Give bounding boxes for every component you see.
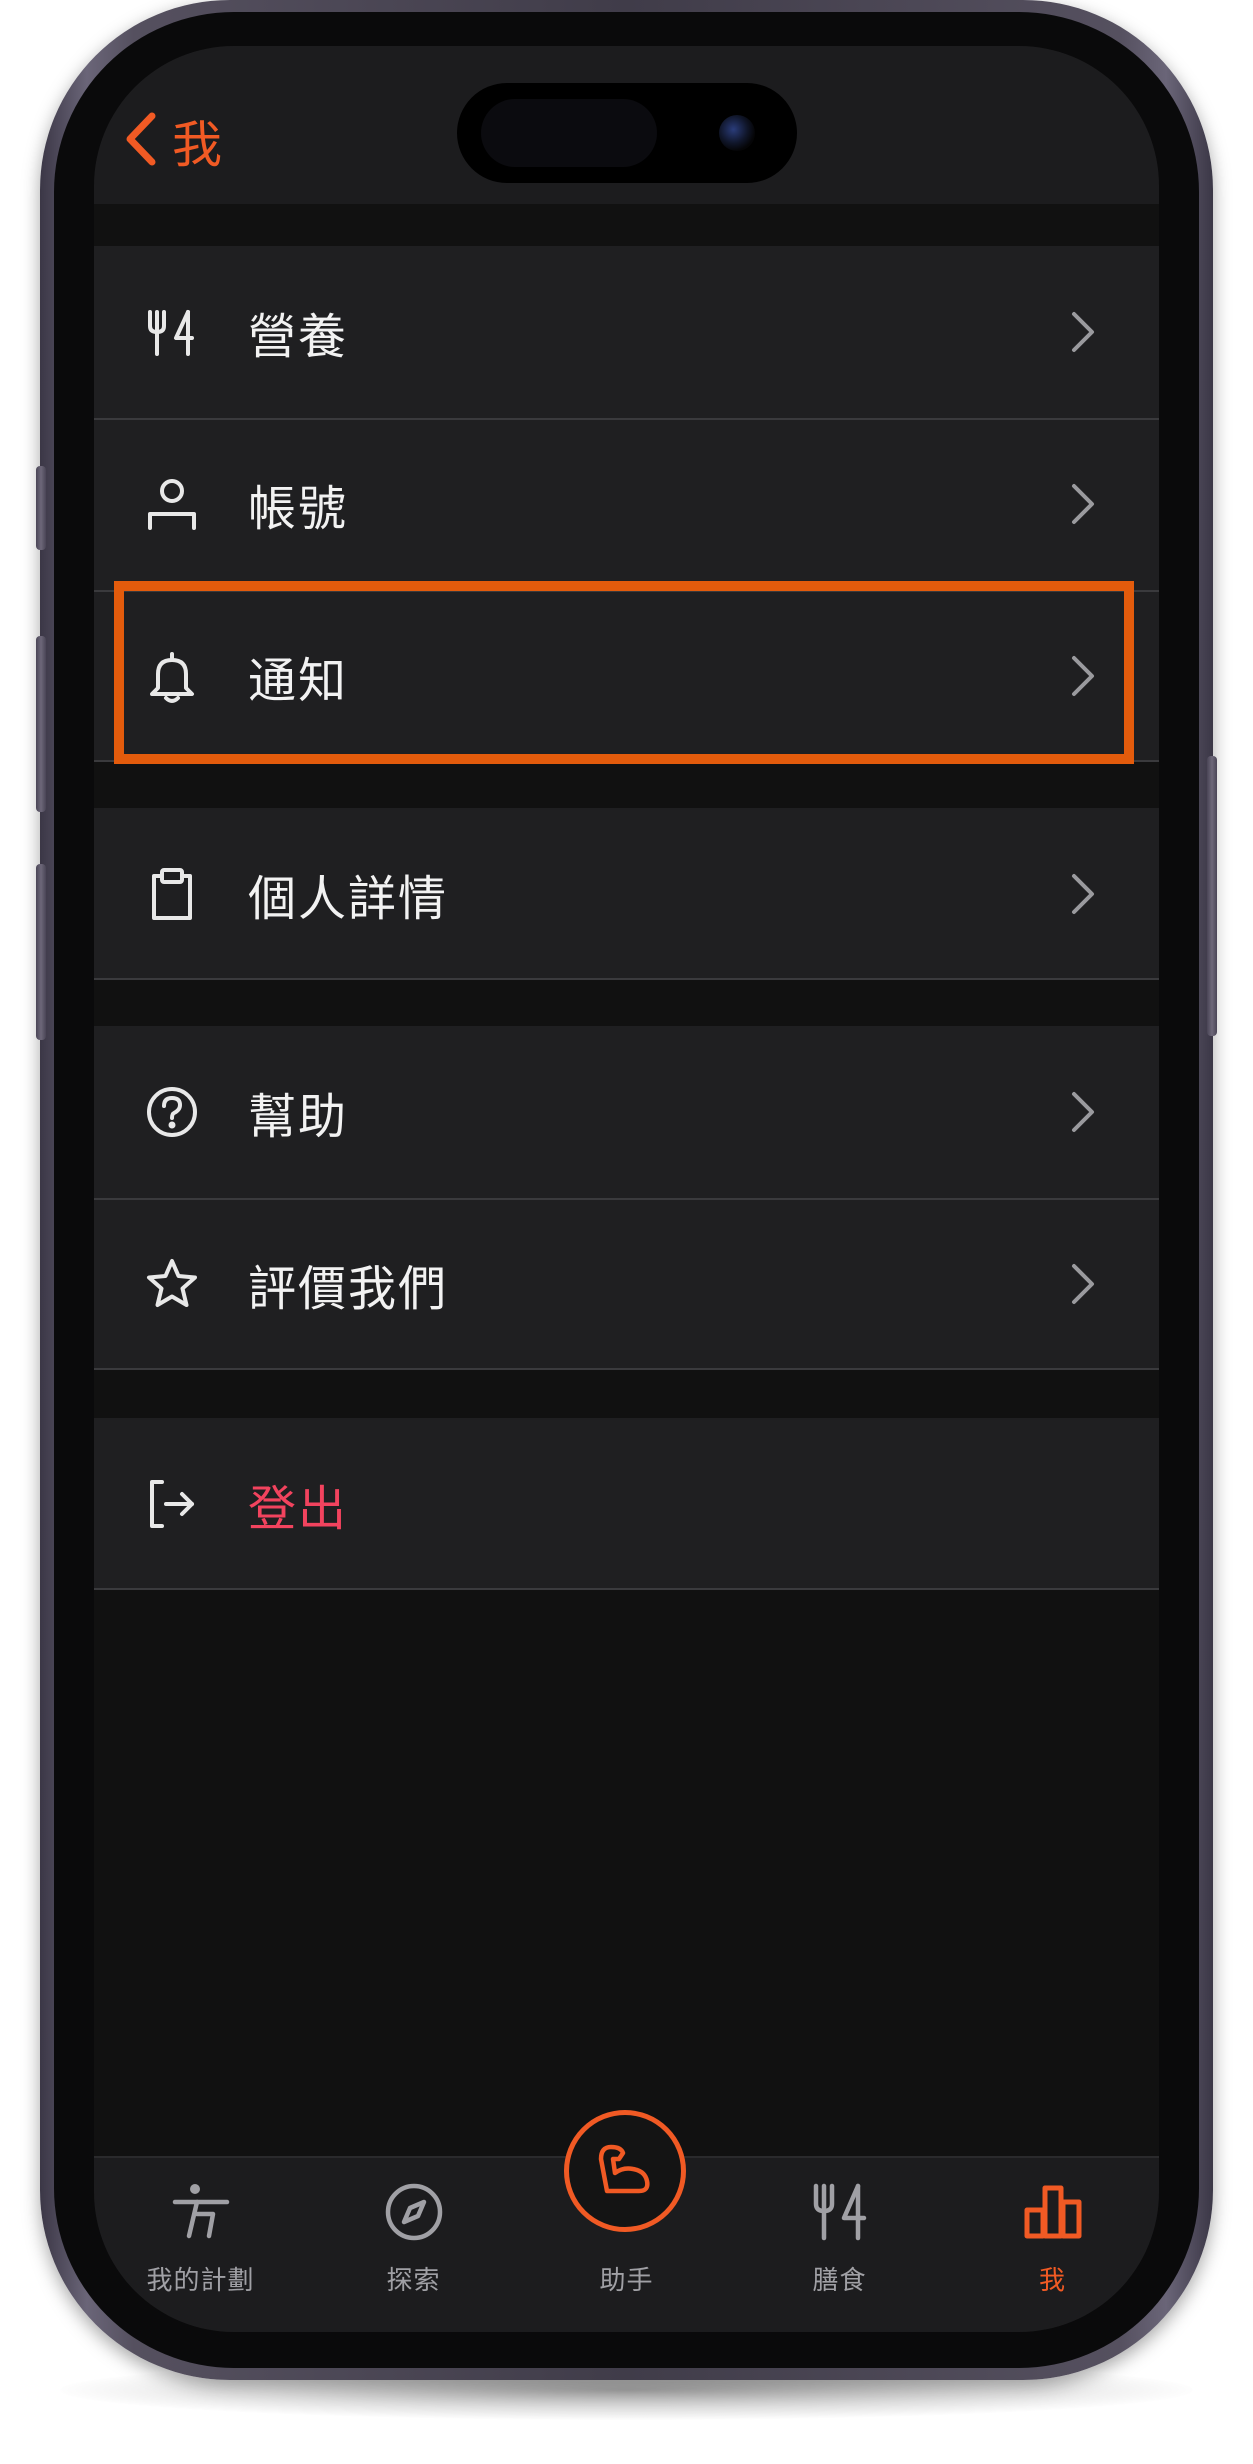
- volume-down-button: [36, 864, 46, 1040]
- back-button[interactable]: 我: [124, 106, 223, 176]
- clipboard-icon: [144, 866, 200, 922]
- chevron-left-icon: [124, 112, 158, 170]
- compass-icon: [382, 2180, 446, 2244]
- menu-item-label: 營養: [248, 309, 349, 365]
- front-camera: [719, 115, 755, 151]
- power-button: [1207, 756, 1217, 1036]
- menu-item-label: 帳號: [248, 481, 349, 537]
- divider: [94, 978, 1159, 980]
- bell-icon: [144, 648, 200, 704]
- tab-me[interactable]: 我: [946, 2158, 1159, 2332]
- tab-meals[interactable]: 膳食: [733, 2158, 946, 2332]
- question-circle-icon: [144, 1084, 200, 1140]
- chevron-right-icon: [1068, 480, 1098, 528]
- chevron-right-icon: [1068, 1260, 1098, 1308]
- divider: [94, 1368, 1159, 1370]
- volume-up-button: [36, 636, 46, 812]
- menu-item-rate-us[interactable]: 評價我們: [94, 1198, 1159, 1370]
- menu-item-notifications[interactable]: 通知: [94, 590, 1159, 762]
- menu-item-personal-details[interactable]: 個人詳情: [94, 808, 1159, 980]
- navigation-bar: 我: [94, 46, 1159, 204]
- tab-explore[interactable]: 探索: [307, 2158, 520, 2332]
- menu-item-help[interactable]: 幫助: [94, 1026, 1159, 1198]
- menu-group-profile: 個人詳情: [94, 808, 1159, 980]
- muscle-arm-icon: [593, 2137, 657, 2205]
- menu-item-label: 評價我們: [248, 1261, 449, 1317]
- island-sensor: [481, 99, 657, 167]
- plan-figure-icon: [169, 2180, 233, 2244]
- menu-item-logout[interactable]: 登出: [94, 1418, 1159, 1590]
- tab-label: 膳食: [812, 2266, 867, 2296]
- action-button: [36, 466, 46, 550]
- chevron-right-icon: [1068, 1088, 1098, 1136]
- menu-item-label: 通知: [248, 653, 349, 709]
- menu-group-support: 幫助 評價我們: [94, 1026, 1159, 1370]
- assistant-fab[interactable]: [564, 2110, 686, 2232]
- menu-item-label: 登出: [248, 1481, 349, 1537]
- person-icon: [144, 476, 200, 532]
- tab-label: 我的計劃: [146, 2266, 255, 2296]
- chevron-right-icon: [1068, 870, 1098, 918]
- menu-item-account[interactable]: 帳號: [94, 418, 1159, 590]
- logout-icon: [144, 1476, 200, 1532]
- divider: [94, 760, 1159, 762]
- fork-knife-icon: [808, 2180, 872, 2244]
- menu-item-nutrition[interactable]: 營養: [94, 246, 1159, 418]
- chevron-right-icon: [1068, 652, 1098, 700]
- tab-label: 助手: [599, 2266, 654, 2296]
- tab-label: 探索: [386, 2266, 441, 2296]
- star-icon: [144, 1256, 200, 1312]
- tab-label: 我: [1038, 2266, 1066, 2296]
- tab-my-plan[interactable]: 我的計劃: [94, 2158, 307, 2332]
- chevron-right-icon: [1068, 308, 1098, 356]
- dynamic-island: [457, 83, 797, 183]
- bar-chart-icon: [1021, 2180, 1085, 2244]
- fork-knife-icon: [144, 304, 200, 360]
- back-label: 我: [172, 116, 223, 174]
- menu-group-logout: 登出: [94, 1418, 1159, 1590]
- menu-group-settings: 營養 帳號 通知: [94, 246, 1159, 762]
- menu-item-label: 幫助: [248, 1089, 349, 1145]
- menu-item-label: 個人詳情: [248, 871, 449, 927]
- divider: [94, 1588, 1159, 1590]
- page: 我 營養 帳號 通知 個人詳情 幫助 評價我們 登出 我的計劃 探索 助手 膳食…: [0, 0, 1253, 2464]
- phone-screen: 我 營養 帳號 通知 個人詳情 幫助 評價我們 登出 我的計劃 探索 助手 膳食…: [94, 46, 1159, 2332]
